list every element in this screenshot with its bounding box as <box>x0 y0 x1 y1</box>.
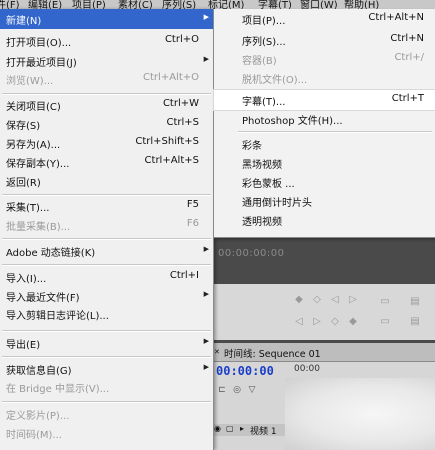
lift-icon[interactable]: ▭ <box>378 316 392 328</box>
track-toggle-icon[interactable]: ◉ <box>214 424 221 433</box>
marker-icon[interactable]: ◎ <box>231 385 243 397</box>
submenu-arrow-icon: ▶ <box>203 337 209 345</box>
jog-icon[interactable]: ▭ <box>378 296 392 308</box>
timeline-tab-bar: ✕ 时间线: Sequence 01 <box>210 343 435 362</box>
new-submenu: 项目(P)... Ctrl+Alt+N 序列(S)... Ctrl+N 容器(B) C… <box>213 9 435 238</box>
file-menu: 新建(N) ▶ 打开项目(O)... Ctrl+O 打开最近项目(J) ▶ 浏览(W)… <box>0 9 214 450</box>
safe-margins-icon[interactable]: ◆ <box>346 316 360 328</box>
menu-item-browse[interactable]: 浏览(W)... Ctrl+Alt+O <box>0 69 213 89</box>
menu-separator <box>2 401 211 403</box>
menu-separator <box>238 131 432 133</box>
menu-item-capture[interactable]: 采集(T)... F5 <box>0 196 213 216</box>
menu-separator <box>2 264 211 266</box>
step-back-icon[interactable]: ◁ <box>328 294 342 306</box>
menu-item-save-copy[interactable]: 保存副本(Y)... Ctrl+Alt+S <box>0 152 213 172</box>
keyframe-icon[interactable]: ▽ <box>246 385 258 397</box>
submenu-item-countdown[interactable]: 通用倒计时片头 <box>214 191 435 211</box>
menu-item-save-as[interactable]: 另存为(A)... Ctrl+Shift+S <box>0 133 213 153</box>
mark-in-icon[interactable]: ◆ <box>292 294 306 306</box>
menu-separator <box>2 238 211 240</box>
menu-item-new[interactable]: 新建(N) ▶ <box>0 9 213 29</box>
menu-item-revert[interactable]: 返回(R) <box>0 171 213 191</box>
submenu-arrow-icon: ▶ <box>203 245 209 253</box>
menu-item-timecode[interactable]: 时间码(M)... <box>0 423 213 443</box>
menu-item-batch-capture[interactable]: 批量采集(B)... F6 <box>0 215 213 235</box>
monitor-timecode: 00:00:00:00 <box>218 248 285 259</box>
submenu-arrow-icon: ▶ <box>203 55 209 63</box>
menu-item-import[interactable]: 导入(I)... Ctrl+I <box>0 267 213 287</box>
video-preview <box>285 378 435 450</box>
menu-separator <box>2 356 211 358</box>
loop-icon[interactable]: ◇ <box>328 316 342 328</box>
go-out-icon[interactable]: ▷ <box>310 316 324 328</box>
timeline-timecode[interactable]: 00:00:00 <box>216 364 274 378</box>
extract-icon[interactable]: ▤ <box>408 316 422 328</box>
timeline-tools: ⊏ ◎ ▽ <box>216 384 261 397</box>
submenu-item-transparent-video[interactable]: 透明视频 <box>214 210 435 230</box>
monitor-controls: ◆ ◇ ◁ ▷ ▭ ▤ ◁ ▷ ◇ ◆ ▭ ▤ <box>210 284 435 340</box>
submenu-arrow-icon: ▶ <box>203 290 209 298</box>
close-icon[interactable]: ✕ <box>214 348 220 356</box>
menu-separator <box>2 330 211 332</box>
menu-item-define-movie[interactable]: 定义影片(P)... <box>0 404 213 424</box>
submenu-item-project[interactable]: 项目(P)... Ctrl+Alt+N <box>214 9 435 29</box>
lock-icon[interactable]: ▢ <box>226 424 234 433</box>
expand-icon[interactable]: ▸ <box>240 424 244 433</box>
menu-item-close-project[interactable]: 关闭项目(C) Ctrl+W <box>0 95 213 115</box>
menu-item-open-project[interactable]: 打开项目(O)... Ctrl+O <box>0 31 213 51</box>
shuttle-icon[interactable]: ▤ <box>408 296 422 308</box>
submenu-item-offline-file[interactable]: 脱机文件(O)... <box>214 68 435 88</box>
play-icon[interactable]: ▷ <box>346 294 360 306</box>
timeline-ruler: 00:00 <box>294 364 320 374</box>
menu-item-get-properties[interactable]: 获取信息自(G) ▶ <box>0 359 213 379</box>
go-in-icon[interactable]: ◁ <box>292 316 306 328</box>
snap-icon[interactable]: ⊏ <box>216 385 228 397</box>
submenu-item-photoshop[interactable]: Photoshop 文件(H)... <box>214 109 435 129</box>
submenu-item-color-matte[interactable]: 彩色蒙板 ... <box>214 172 435 192</box>
menu-item-export[interactable]: 导出(E) ▶ <box>0 333 213 353</box>
submenu-item-bars-tone[interactable]: 彩条 <box>214 134 435 154</box>
submenu-arrow-icon: ▶ <box>203 13 209 21</box>
submenu-item-bin[interactable]: 容器(B) Ctrl+/ <box>214 49 435 69</box>
submenu-arrow-icon: ▶ <box>203 363 209 371</box>
menu-item-import-clip-notes[interactable]: 导入剪辑日志评论(L)... <box>0 304 213 324</box>
submenu-item-title[interactable]: 字幕(T)... Ctrl+T <box>213 89 435 111</box>
menu-item-reveal-bridge[interactable]: 在 Bridge 中显示(V)... <box>0 377 213 397</box>
timeline-tab[interactable]: 时间线: Sequence 01 <box>224 346 321 360</box>
mark-out-icon[interactable]: ◇ <box>310 294 324 306</box>
menu-item-open-recent[interactable]: 打开最近项目(J) ▶ <box>0 51 213 71</box>
menu-item-import-recent[interactable]: 导入最近文件(F) ▶ <box>0 286 213 306</box>
submenu-item-black-video[interactable]: 黑场视频 <box>214 153 435 173</box>
menu-item-dynamic-link[interactable]: Adobe 动态链接(K) ▶ <box>0 241 213 261</box>
menu-item-save[interactable]: 保存(S) Ctrl+S <box>0 114 213 134</box>
track-name: 视频 1 <box>250 427 277 437</box>
submenu-item-sequence[interactable]: 序列(S)... Ctrl+N <box>214 30 435 50</box>
